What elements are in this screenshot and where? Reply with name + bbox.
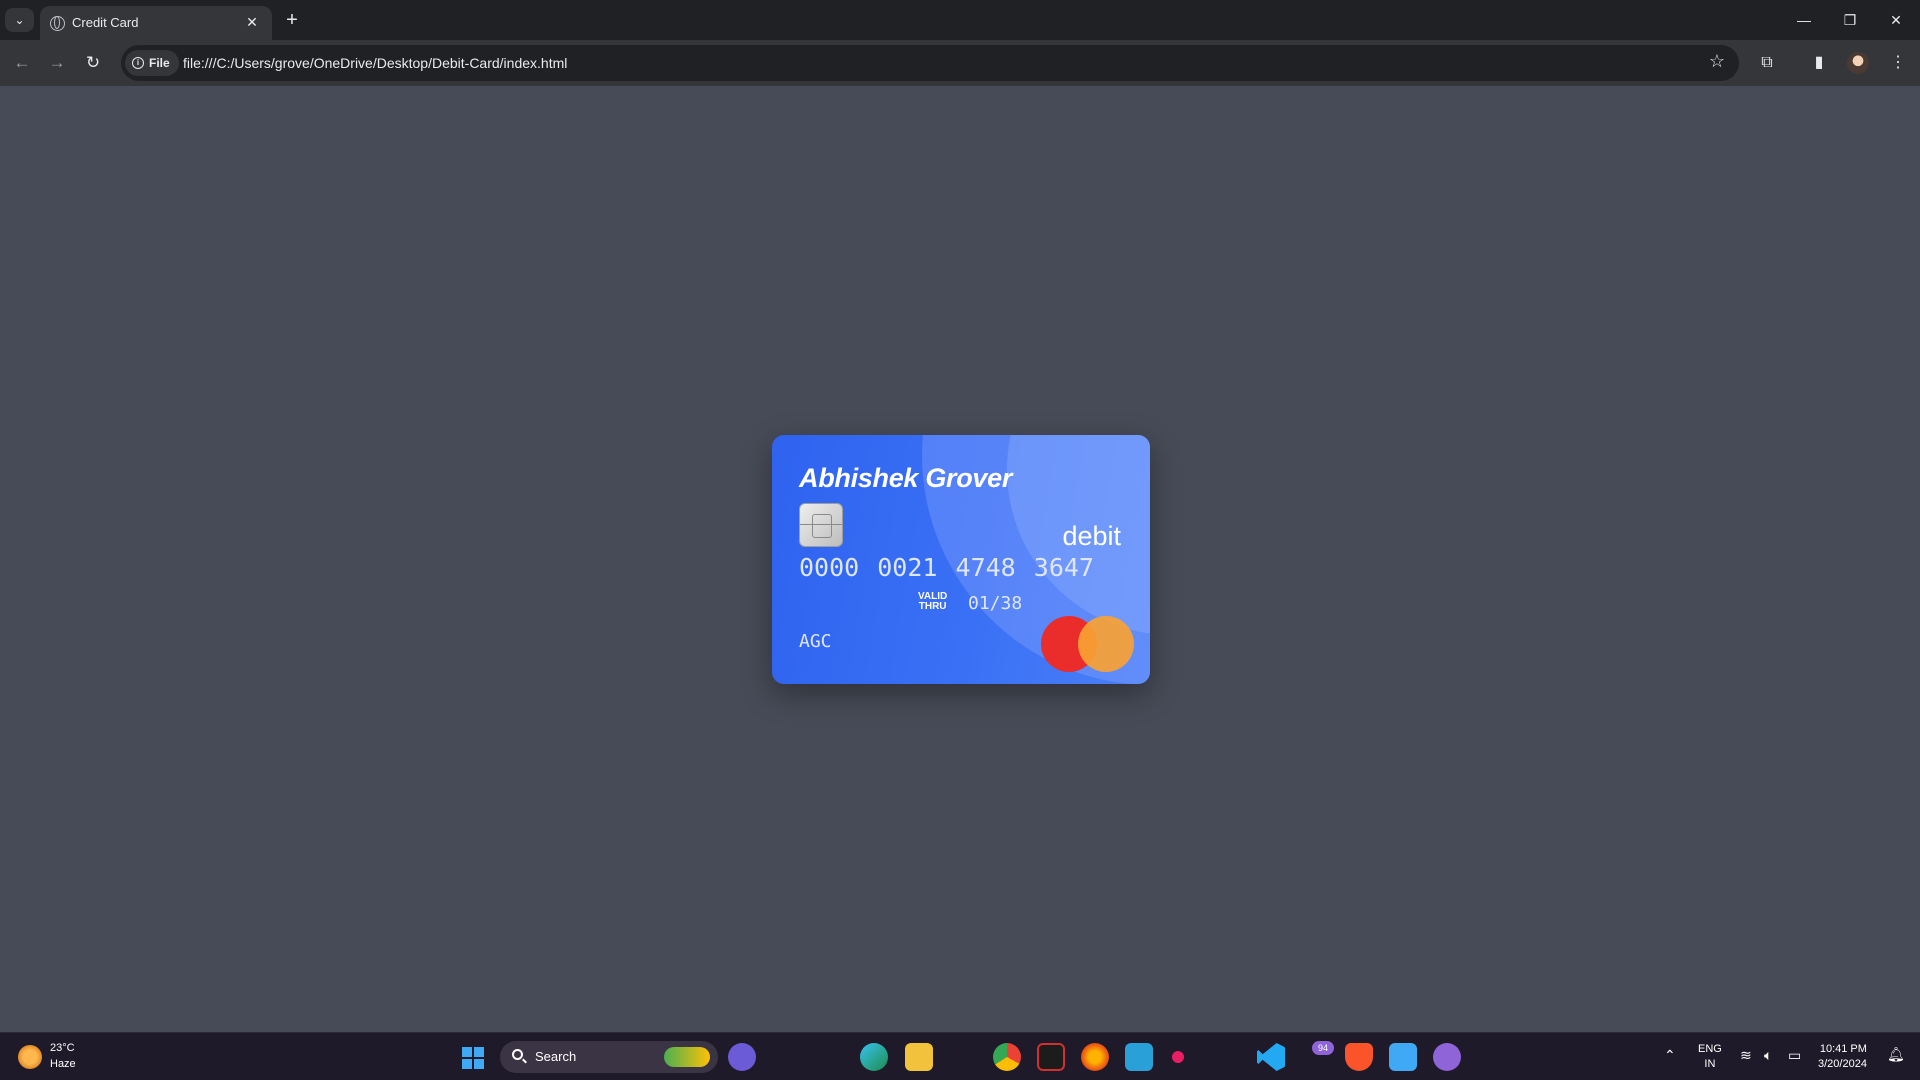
- remote-desktop-icon[interactable]: [1125, 1043, 1153, 1071]
- tab-strip: ⌄ Credit Card ✕ + — ❐ ✕: [0, 0, 1920, 40]
- search-label: Search: [535, 1049, 577, 1064]
- url-text[interactable]: file:///C:/Users/grove/OneDrive/Desktop/…: [183, 55, 567, 71]
- control-panel-icon[interactable]: [1389, 1043, 1417, 1071]
- terminal-app-icon[interactable]: [1037, 1043, 1065, 1071]
- windows-start-icon[interactable]: [462, 1047, 484, 1069]
- valid-label-line2: THRU: [918, 601, 947, 612]
- taskbar: 23°C Haze Search 94 ⌃ ENG IN ≋ 🔈︎ ▭ 10:4…: [0, 1032, 1920, 1080]
- new-tab-button[interactable]: +: [280, 8, 304, 32]
- site-info-chip[interactable]: i File: [125, 50, 179, 76]
- restore-button[interactable]: ❐: [1828, 6, 1872, 34]
- weather-icon[interactable]: [18, 1045, 42, 1069]
- date: 3/20/2024: [1818, 1058, 1867, 1070]
- notification-bell-icon[interactable]: 🔔︎: [1887, 1046, 1905, 1063]
- chrome-icon[interactable]: [993, 1043, 1021, 1071]
- weather-desc: Haze: [50, 1058, 76, 1070]
- close-window-button[interactable]: ✕: [1874, 6, 1918, 34]
- app-icon[interactable]: [1172, 1051, 1184, 1063]
- tab-close-button[interactable]: ✕: [242, 12, 262, 32]
- reload-icon[interactable]: ↻: [79, 49, 107, 77]
- card-chip-icon: [799, 503, 843, 547]
- search-icon: [512, 1049, 523, 1060]
- notification-badge: 94: [1312, 1041, 1334, 1055]
- tab-credit-card[interactable]: Credit Card ✕: [40, 6, 272, 40]
- holder-initials: AGC: [799, 631, 832, 652]
- lang-line2: IN: [1704, 1058, 1716, 1070]
- back-icon[interactable]: ←: [8, 49, 36, 77]
- tab-title: Credit Card: [72, 15, 139, 30]
- valid-thru-label: VALID THRU: [918, 592, 947, 612]
- tab-search-button[interactable]: ⌄: [5, 8, 34, 32]
- bookmark-star-icon[interactable]: ☆: [1705, 51, 1729, 72]
- debit-card: Abhishek Grover debit 0000 0021 4748 364…: [772, 435, 1150, 684]
- firefox-icon[interactable]: [1081, 1043, 1109, 1071]
- battery-icon[interactable]: ▭: [1788, 1047, 1801, 1064]
- chevron-up-icon[interactable]: ⌃: [1664, 1047, 1676, 1064]
- language-indicator[interactable]: ENG IN: [1698, 1042, 1722, 1072]
- minimize-button[interactable]: —: [1782, 6, 1826, 34]
- lang-line1: ENG: [1698, 1043, 1722, 1055]
- address-bar[interactable]: i File file:///C:/Users/grove/OneDrive/D…: [121, 45, 1739, 81]
- volume-icon[interactable]: 🔈︎: [1764, 1047, 1772, 1064]
- github-icon[interactable]: [1433, 1043, 1461, 1071]
- side-panel-icon[interactable]: ▮: [1805, 49, 1833, 77]
- brave-icon[interactable]: [1345, 1043, 1373, 1071]
- card-number: 0000 0021 4748 3647: [799, 553, 1094, 582]
- card-type: debit: [1062, 521, 1121, 551]
- meet-app-icon[interactable]: [728, 1043, 756, 1071]
- extensions-icon[interactable]: ⧉: [1753, 49, 1781, 77]
- wifi-icon[interactable]: ≋: [1740, 1047, 1752, 1064]
- mastercard-logo-orange: [1078, 616, 1134, 672]
- search-highlight-icon: [664, 1047, 710, 1067]
- globe-icon: [50, 16, 65, 31]
- card-holder-name: Abhishek Grover: [799, 463, 1013, 493]
- weather-temp: 23°C: [50, 1042, 75, 1054]
- profile-avatar[interactable]: [1847, 52, 1869, 74]
- file-explorer-icon[interactable]: [905, 1043, 933, 1071]
- expiry-date: 01/38: [968, 593, 1023, 614]
- forward-icon[interactable]: →: [43, 49, 71, 77]
- menu-dots-icon[interactable]: ⋮: [1884, 49, 1912, 77]
- site-info-label: File: [149, 56, 170, 70]
- vscode-icon[interactable]: [1257, 1043, 1285, 1071]
- time: 10:41 PM: [1819, 1043, 1867, 1055]
- browser-toolbar: ← → ↻ i File file:///C:/Users/grove/OneD…: [0, 40, 1920, 86]
- edge-icon[interactable]: [860, 1043, 888, 1071]
- taskbar-search[interactable]: Search: [500, 1041, 718, 1073]
- info-icon: i: [132, 57, 144, 69]
- clock[interactable]: 10:41 PM 3/20/2024: [1818, 1042, 1867, 1072]
